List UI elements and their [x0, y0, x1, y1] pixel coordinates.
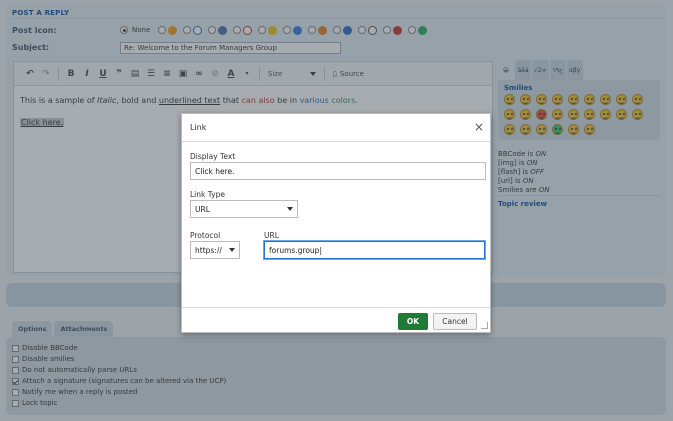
- dialog-footer: OK Cancel: [182, 307, 490, 333]
- display-text-label: Display Text: [190, 152, 236, 161]
- display-text-input[interactable]: Click here.: [190, 162, 486, 180]
- protocol-value: https://: [195, 245, 222, 255]
- link-type-value: URL: [195, 204, 210, 214]
- link-type-select[interactable]: URL: [190, 200, 298, 218]
- resize-handle[interactable]: [481, 322, 488, 329]
- dialog-header: Link ×: [182, 114, 490, 142]
- close-icon[interactable]: ×: [472, 120, 486, 134]
- protocol-label: Protocol: [190, 231, 221, 240]
- chevron-down-icon: [287, 207, 293, 211]
- url-label: URL: [264, 231, 279, 240]
- dialog-title: Link: [190, 123, 207, 132]
- link-dialog: Link × Display Text Click here. Link Typ…: [181, 113, 491, 333]
- link-type-label: Link Type: [190, 190, 225, 199]
- chevron-down-icon: [229, 248, 235, 252]
- cancel-button[interactable]: Cancel: [433, 313, 477, 330]
- url-input[interactable]: forums.group|: [264, 241, 485, 259]
- protocol-select[interactable]: https://: [190, 241, 240, 259]
- ok-button[interactable]: OK: [398, 313, 428, 330]
